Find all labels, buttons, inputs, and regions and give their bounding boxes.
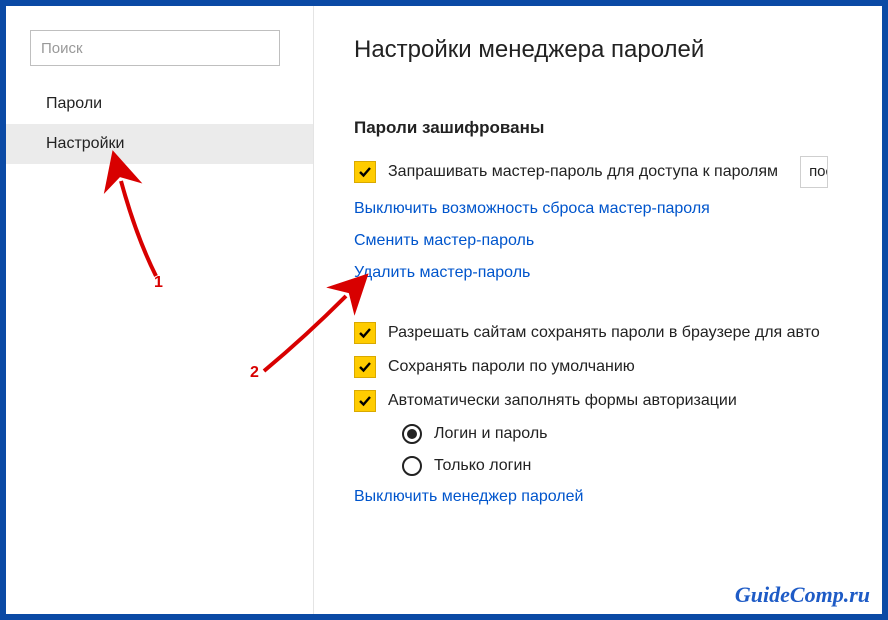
label-save-default: Сохранять пароли по умолчанию [388, 358, 635, 376]
section-title-encrypted: Пароли зашифрованы [354, 118, 882, 138]
link-change-master[interactable]: Сменить мастер-пароль [354, 232, 882, 250]
annotation-number-2: 2 [250, 364, 259, 382]
radio-login-only[interactable] [402, 456, 422, 476]
sidebar: Пароли Настройки [6, 6, 314, 614]
main-content: Настройки менеджера паролей Пароли зашиф… [314, 6, 882, 614]
row-require-master: Запрашивать мастер-пароль для доступа к … [354, 156, 882, 188]
row-radio-login-password: Логин и пароль [402, 424, 882, 444]
label-require-master: Запрашивать мастер-пароль для доступа к … [388, 163, 778, 181]
row-allow-save: Разрешать сайтам сохранять пароли в брау… [354, 322, 882, 344]
page-title: Настройки менеджера паролей [354, 36, 882, 64]
row-autofill: Автоматически заполнять формы авторизаци… [354, 390, 882, 412]
label-radio-login-password: Логин и пароль [434, 425, 548, 443]
checkbox-allow-save[interactable] [354, 322, 376, 344]
search-wrapper [6, 30, 313, 84]
link-delete-master[interactable]: Удалить мастер-пароль [354, 264, 882, 282]
link-disable-reset[interactable]: Выключить возможность сброса мастер-паро… [354, 200, 882, 218]
checkbox-autofill[interactable] [354, 390, 376, 412]
radio-login-password[interactable] [402, 424, 422, 444]
dropdown-master-interval[interactable]: пос [800, 156, 828, 188]
sidebar-item-passwords[interactable]: Пароли [6, 84, 313, 124]
link-disable-manager[interactable]: Выключить менеджер паролей [354, 488, 882, 506]
checkbox-save-default[interactable] [354, 356, 376, 378]
label-allow-save: Разрешать сайтам сохранять пароли в брау… [388, 324, 820, 342]
row-save-default: Сохранять пароли по умолчанию [354, 356, 882, 378]
layout-columns: Пароли Настройки Настройки менеджера пар… [6, 6, 882, 614]
label-autofill: Автоматически заполнять формы авторизаци… [388, 392, 737, 410]
sidebar-item-settings[interactable]: Настройки [6, 124, 313, 164]
app-frame: Пароли Настройки Настройки менеджера пар… [0, 0, 888, 620]
annotation-number-1: 1 [154, 274, 163, 292]
row-radio-login-only: Только логин [402, 456, 882, 476]
search-input[interactable] [30, 30, 280, 66]
watermark: GuideComp.ru [735, 582, 870, 608]
label-radio-login-only: Только логин [434, 457, 531, 475]
checkbox-require-master[interactable] [354, 161, 376, 183]
